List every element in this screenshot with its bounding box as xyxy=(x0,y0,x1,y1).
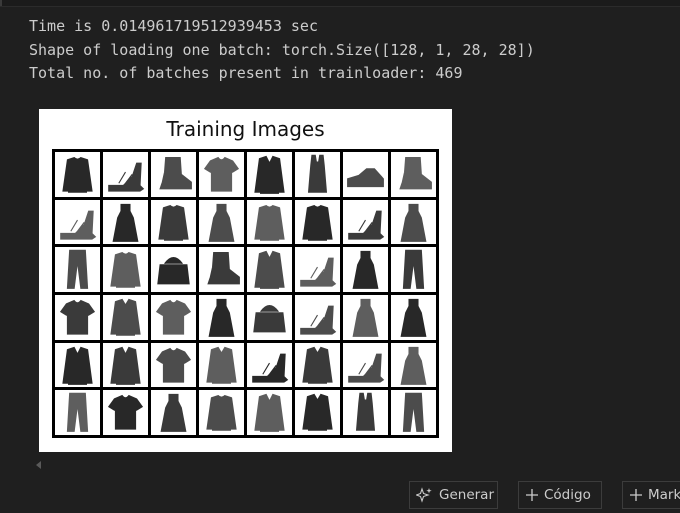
image-tile-top xyxy=(295,152,340,197)
image-tile-sandal xyxy=(247,342,292,388)
add-code-button[interactable]: Código xyxy=(518,481,602,509)
image-tile-sandal xyxy=(55,199,100,245)
image-tile-sandal xyxy=(295,247,340,292)
cell-output-text: Time is 0.014961719512939453 sec Shape of… xyxy=(29,15,535,86)
generate-button[interactable]: Generar xyxy=(409,481,498,509)
output-line-batches: Total no. of batches present in trainloa… xyxy=(29,64,463,82)
image-tile-shirt xyxy=(103,295,148,340)
image-tile-dress xyxy=(151,390,196,435)
image-tile-sandal xyxy=(343,199,388,245)
image-tile-sandal xyxy=(343,342,388,388)
image-tile-pullover xyxy=(247,199,292,245)
image-tile-bag xyxy=(151,247,196,292)
image-tile-ankle-boot xyxy=(199,247,244,292)
image-tile-coat xyxy=(247,390,292,435)
cell-top-border xyxy=(0,0,680,7)
image-tile-coat xyxy=(55,342,100,388)
image-tile-trouser xyxy=(391,390,436,435)
image-tile-shirt xyxy=(295,390,340,435)
image-tile-dress xyxy=(391,295,436,340)
image-tile-dress xyxy=(199,199,244,245)
plus-icon xyxy=(630,489,642,501)
image-tile-dress xyxy=(343,295,388,340)
sparkle-icon xyxy=(416,487,432,503)
image-tile-sandal xyxy=(295,295,340,340)
image-tile-sneaker xyxy=(343,152,388,197)
image-tile-trouser xyxy=(55,247,100,292)
cell-insert-toolbar: Generar Código Markdown xyxy=(0,481,680,513)
image-tile-dress xyxy=(199,295,244,340)
image-tile-dress xyxy=(103,199,148,245)
add-markdown-button[interactable]: Markdown xyxy=(622,481,680,509)
image-tile-pullover xyxy=(55,152,100,197)
plus-icon xyxy=(526,489,538,501)
image-tile-trouser xyxy=(55,390,100,435)
image-tile-coat xyxy=(103,342,148,388)
image-tile-pullover xyxy=(295,199,340,245)
image-tile-tshirt xyxy=(199,152,244,197)
add-markdown-label: Markdown xyxy=(648,487,680,503)
image-tile-coat xyxy=(247,247,292,292)
image-tile-tshirt xyxy=(151,295,196,340)
image-tile-shirt xyxy=(295,342,340,388)
image-tile-dress xyxy=(343,247,388,292)
image-tile-pullover xyxy=(199,390,244,435)
image-tile-dress xyxy=(391,342,436,388)
image-tile-ankle-boot xyxy=(391,152,436,197)
output-figure: Training Images xyxy=(39,109,452,452)
image-tile-shirt xyxy=(199,342,244,388)
image-tile-ankle-boot xyxy=(151,152,196,197)
image-tile-sandal xyxy=(103,152,148,197)
image-tile-tshirt xyxy=(103,390,148,435)
image-tile-pullover xyxy=(151,199,196,245)
image-tile-pullover xyxy=(103,247,148,292)
image-tile-tshirt xyxy=(151,342,196,388)
scroll-left-icon[interactable] xyxy=(36,461,41,469)
image-grid xyxy=(52,149,439,438)
figure-title: Training Images xyxy=(166,117,325,141)
output-line-time: Time is 0.014961719512939453 sec xyxy=(29,17,318,35)
image-tile-dress xyxy=(391,199,436,245)
image-tile-trouser xyxy=(391,247,436,292)
add-code-label: Código xyxy=(544,487,591,503)
image-tile-coat xyxy=(247,152,292,197)
image-tile-bag xyxy=(247,295,292,340)
image-tile-tshirt xyxy=(55,295,100,340)
output-line-shape: Shape of loading one batch: torch.Size([… xyxy=(29,40,535,59)
image-tile-top xyxy=(343,390,388,435)
generate-label: Generar xyxy=(439,487,495,503)
